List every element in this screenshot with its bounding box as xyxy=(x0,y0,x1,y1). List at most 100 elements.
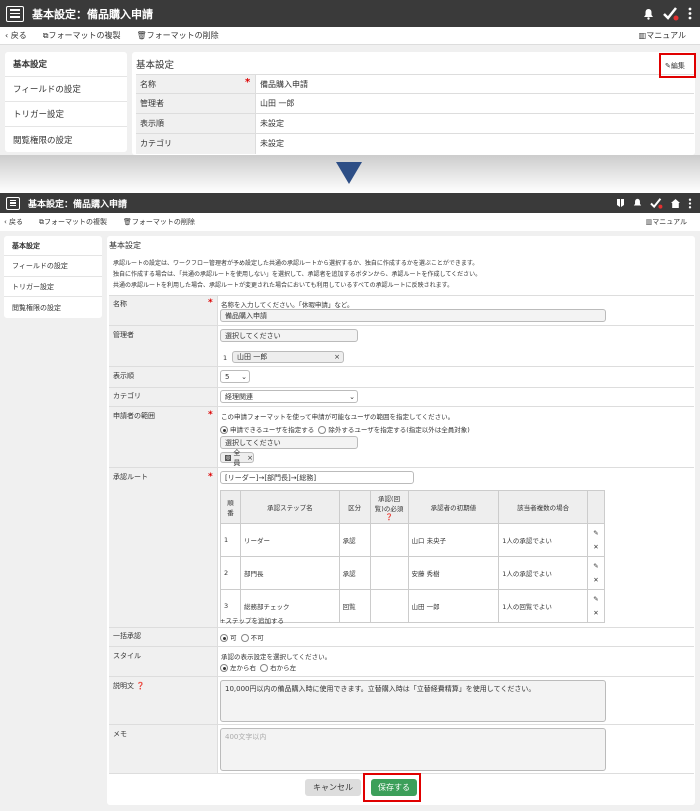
step-name: 部門長 xyxy=(239,556,340,590)
route-steps-table: 順番 承認ステップ名 区分 承認(回覧)の必須 ❓ 承認者の初期値 該当者複数の… xyxy=(220,490,606,623)
delete-format-button[interactable]: 🗑フォーマットの削除 xyxy=(136,30,226,41)
name-input[interactable]: 備品購入申請 xyxy=(220,309,606,322)
back-button[interactable]: ‹ 戻る xyxy=(5,30,35,41)
row-value: 山田 一郎 xyxy=(260,99,295,108)
sidebar-item-trigger[interactable]: トリガー設定 xyxy=(4,277,102,297)
scope-radio-exclude[interactable] xyxy=(318,426,327,434)
style-radio-ltr[interactable] xyxy=(220,664,228,672)
intro-text: 共通の承認ルートを利用した場合、承認ルートが変更された場合においても利用している… xyxy=(113,282,454,289)
step-type: 回覧 xyxy=(338,589,371,623)
edit-icon[interactable]: ✎ xyxy=(593,529,598,537)
delete-format-button[interactable]: 🗑フォーマットの削除 xyxy=(123,217,203,227)
toolbar: ‹ 戻る ⧉フォーマットの複製 🗑フォーマットの削除 ▥マニュアル xyxy=(0,213,700,231)
sidebar-item-permission[interactable]: 閲覧権限の設定 xyxy=(5,127,127,152)
sidebar-item-fields[interactable]: フィールドの設定 xyxy=(4,256,102,277)
sidebar: 基本設定 フィールドの設定 トリガー設定 閲覧権限の設定 xyxy=(4,236,102,318)
scope-radio-include[interactable] xyxy=(220,426,228,434)
sidebar-item-basic[interactable]: 基本設定 xyxy=(5,52,127,77)
admin-label: 管理者 xyxy=(113,331,134,339)
required-mark: * xyxy=(208,472,213,482)
order-select[interactable]: 5 ⌄ xyxy=(220,370,250,383)
step-approver: 安藤 秀樹 xyxy=(407,556,500,590)
step-approver: 山口 未央子 xyxy=(407,523,500,557)
bell-icon[interactable] xyxy=(633,198,642,208)
help-icon[interactable]: ❓ xyxy=(385,513,393,521)
delete-icon[interactable]: ✕ xyxy=(593,609,598,617)
style-radio-rtl[interactable] xyxy=(260,664,269,672)
more-icon[interactable] xyxy=(688,198,692,209)
scope-option-include: 申請できるユーザを指定する xyxy=(230,426,315,434)
row-label: 管理者 xyxy=(136,94,256,113)
row-value: 未設定 xyxy=(260,119,284,128)
col-header: 承認(回覧)の必須 ❓ xyxy=(369,490,409,524)
highlight-box xyxy=(659,53,696,78)
admin-select[interactable]: 選択してください xyxy=(220,329,358,342)
bulk-label: 一括承認 xyxy=(113,632,141,640)
home-icon[interactable] xyxy=(671,198,680,208)
memo-textarea[interactable]: 400文字以内 xyxy=(220,728,606,771)
remove-icon[interactable]: × xyxy=(334,353,340,361)
manual-link[interactable]: ▥マニュアル xyxy=(646,217,695,227)
more-icon[interactable] xyxy=(688,7,692,20)
table-row: 2 部門長 承認 安藤 秀樹 1人の承認でよい ✎ ✕ xyxy=(220,556,606,590)
manual-link[interactable]: ▥マニュアル xyxy=(639,30,694,41)
table-row: 1 リーダー 承認 山口 未央子 1人の承認でよい ✎ ✕ xyxy=(220,523,606,557)
step-no: 1 xyxy=(220,523,241,557)
help-icon[interactable]: ❓ xyxy=(136,682,145,690)
step-name: リーダー xyxy=(239,523,340,557)
add-step-button[interactable]: +ステップを追加する xyxy=(220,615,284,625)
section-title: 基本設定 xyxy=(136,60,175,71)
memo-label: メモ xyxy=(113,730,127,738)
down-arrow-icon xyxy=(336,162,362,184)
style-hint: 承認の表示設定を選択してください。 xyxy=(221,653,332,661)
col-header: 承認ステップ名 xyxy=(239,490,340,524)
copy-format-button[interactable]: ⧉フォーマットの複製 xyxy=(39,217,115,227)
menu-icon[interactable] xyxy=(6,5,24,22)
back-button[interactable]: ‹ 戻る xyxy=(4,217,31,227)
approval-check-icon[interactable] xyxy=(650,197,663,209)
bulk-option-on: 可 xyxy=(230,634,237,642)
style-option-rtl: 右から左 xyxy=(270,664,297,672)
row-label: 表示順 xyxy=(136,114,256,133)
row-label: カテゴリ xyxy=(136,134,256,154)
intro-text: 独自に作成する場合は、「共通の承認ルートを使用しない」を選択して、承認者を追加す… xyxy=(113,271,482,278)
bookmark-icon[interactable] xyxy=(616,198,625,208)
edit-icon[interactable]: ✎ xyxy=(593,562,598,570)
step-type: 承認 xyxy=(338,556,371,590)
scope-label: 申請者の範囲 xyxy=(113,412,155,420)
admin-chip: 山田 一郎 × xyxy=(232,351,344,363)
admin-index: 1 xyxy=(223,354,228,362)
sidebar-item-fields[interactable]: フィールドの設定 xyxy=(5,77,127,102)
sidebar-item-basic[interactable]: 基本設定 xyxy=(4,236,102,256)
step-multi: 1人の承認でよい xyxy=(498,523,588,557)
edit-icon[interactable]: ✎ xyxy=(593,595,598,603)
copy-format-button[interactable]: ⧉フォーマットの複製 xyxy=(43,30,129,41)
required-mark: * xyxy=(245,77,251,88)
delete-icon[interactable]: ✕ xyxy=(593,576,598,584)
col-header: 該当者複数の場合 xyxy=(498,490,588,524)
bulk-radio-on[interactable] xyxy=(220,634,228,642)
bulk-option-off: 不可 xyxy=(250,634,264,642)
sidebar-item-trigger[interactable]: トリガー設定 xyxy=(5,102,127,127)
group-icon: ◎ xyxy=(225,454,232,461)
name-label: 名称 xyxy=(113,300,127,308)
bulk-radio-off[interactable] xyxy=(240,634,249,642)
sidebar-item-permission[interactable]: 閲覧権限の設定 xyxy=(4,297,102,318)
page-title: 基本設定：備品購入申請 xyxy=(28,199,128,210)
desc-textarea[interactable]: 10,000円以内の備品購入時に使用できます。立替購入時は「立替経費精算」を使用… xyxy=(220,680,606,722)
delete-icon[interactable]: ✕ xyxy=(593,543,598,551)
cancel-button[interactable]: キャンセル xyxy=(305,779,361,796)
desc-label: 説明文 ❓ xyxy=(113,682,145,690)
route-select[interactable]: [リーダー]→[部門長]→[総務] xyxy=(220,471,414,484)
scope-option-exclude: 除外するユーザを指定する(指定以外は全員対象) xyxy=(328,426,470,434)
row-value: 備品購入申請 xyxy=(260,80,308,89)
remove-icon[interactable]: × xyxy=(247,454,253,462)
approval-check-icon[interactable] xyxy=(663,6,679,21)
highlight-box xyxy=(363,773,421,802)
intro-text: 承認ルートの設定は、ワークフロー管理者が予め設定した共通の承認ルートから選択する… xyxy=(113,260,479,267)
bell-icon[interactable] xyxy=(643,8,654,20)
chevron-down-icon: ⌄ xyxy=(241,372,247,381)
row-label: 名称 xyxy=(136,75,256,93)
category-select[interactable]: 経理関連 ⌄ xyxy=(220,390,358,403)
menu-icon[interactable] xyxy=(6,196,20,210)
